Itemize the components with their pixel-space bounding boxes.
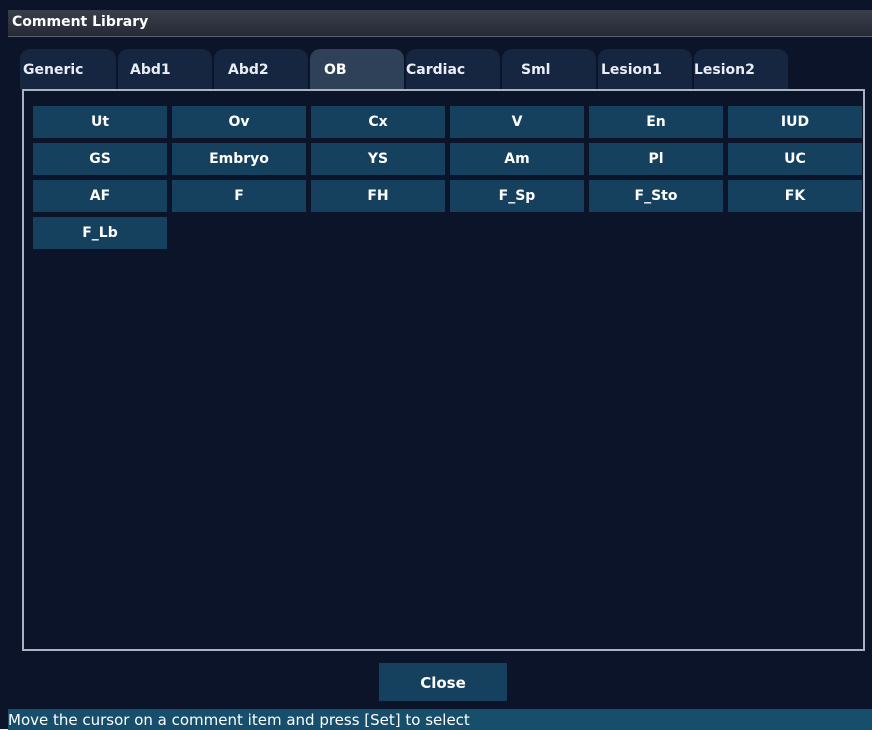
tab-sml[interactable]: Sml: [502, 49, 596, 89]
tab-generic[interactable]: Generic: [20, 49, 116, 89]
comment-item-f[interactable]: F: [172, 180, 306, 212]
tab-label: OB: [324, 62, 347, 78]
tab-label: Lesion2: [694, 62, 755, 78]
comment-item-gs[interactable]: GS: [33, 143, 167, 175]
comment-item-fh[interactable]: FH: [311, 180, 445, 212]
tab-lesion1[interactable]: Lesion1: [598, 49, 692, 89]
comment-item-iud[interactable]: IUD: [728, 106, 862, 138]
comment-item-cx[interactable]: Cx: [311, 106, 445, 138]
tab-abd1[interactable]: Abd1: [118, 49, 212, 89]
tab-label: Generic: [23, 62, 84, 78]
comment-item-f-lb[interactable]: F_Lb: [33, 217, 167, 249]
tab-label: Sml: [521, 62, 551, 78]
comment-item-af[interactable]: AF: [33, 180, 167, 212]
comment-item-fk[interactable]: FK: [728, 180, 862, 212]
tab-label: Abd2: [228, 62, 269, 78]
status-message: Move the cursor on a comment item and pr…: [8, 711, 470, 729]
tab-ob[interactable]: OB: [310, 49, 404, 89]
comment-item-f-sp[interactable]: F_Sp: [450, 180, 584, 212]
comment-item-v[interactable]: V: [450, 106, 584, 138]
comment-item-am[interactable]: Am: [450, 143, 584, 175]
comment-item-f-sto[interactable]: F_Sto: [589, 180, 723, 212]
comment-panel: Ut Ov Cx V En IUD GS Embryo YS Am Pl UC …: [22, 89, 865, 651]
tab-bar: Generic Abd1 Abd2 OB Cardiac Sml Lesion1…: [20, 49, 790, 89]
tab-lesion2[interactable]: Lesion2: [694, 49, 788, 89]
comment-grid: Ut Ov Cx V En IUD GS Embryo YS Am Pl UC …: [33, 106, 864, 252]
status-bar: Move the cursor on a comment item and pr…: [8, 709, 872, 730]
comment-item-ov[interactable]: Ov: [172, 106, 306, 138]
comment-item-ut[interactable]: Ut: [33, 106, 167, 138]
tab-label: Cardiac: [406, 62, 466, 78]
comment-item-embryo[interactable]: Embryo: [172, 143, 306, 175]
tab-label: Lesion1: [601, 62, 662, 78]
comment-library-window: Comment Library Generic Abd1 Abd2 OB Car…: [0, 0, 872, 730]
comment-item-en[interactable]: En: [589, 106, 723, 138]
tab-label: Abd1: [130, 62, 171, 78]
tab-abd2[interactable]: Abd2: [214, 49, 308, 89]
title-bar: Comment Library: [8, 10, 872, 37]
comment-item-ys[interactable]: YS: [311, 143, 445, 175]
window-title: Comment Library: [12, 14, 149, 30]
tab-cardiac[interactable]: Cardiac: [406, 49, 500, 89]
comment-item-uc[interactable]: UC: [728, 143, 862, 175]
dialog-body: Generic Abd1 Abd2 OB Cardiac Sml Lesion1…: [8, 37, 872, 730]
close-button[interactable]: Close: [379, 663, 507, 701]
comment-item-pl[interactable]: Pl: [589, 143, 723, 175]
